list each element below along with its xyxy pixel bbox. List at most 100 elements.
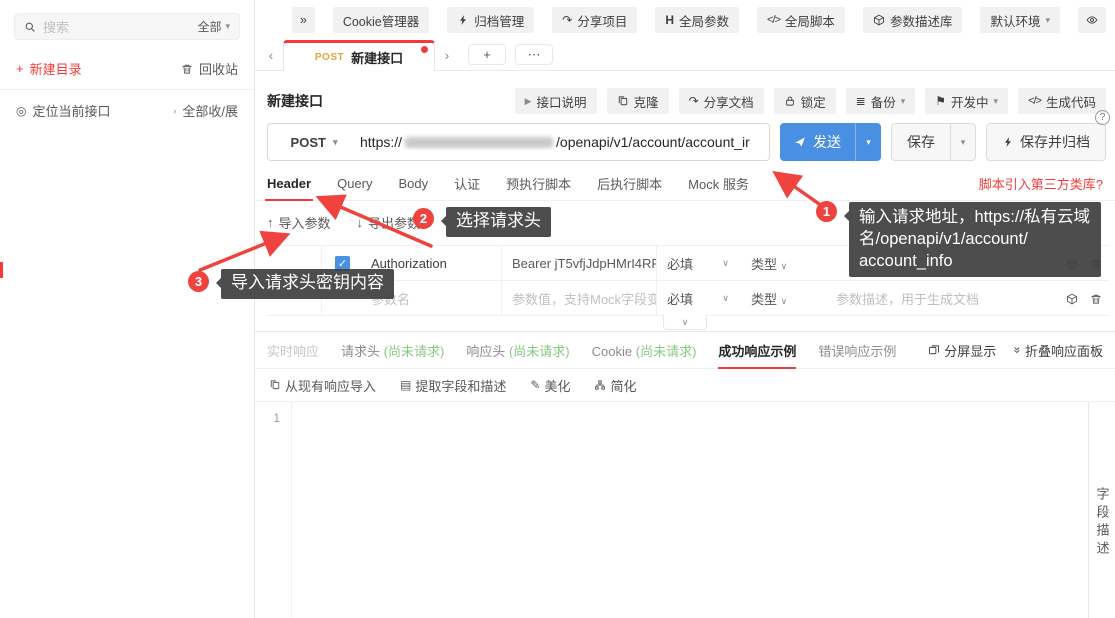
recycle-bin-button[interactable]: 回收站 [181, 59, 238, 78]
codegen-label: 生成代码 [1046, 92, 1096, 111]
export-params-button[interactable]: ↓ 导出参数 [357, 213, 421, 232]
sitemap-icon [594, 379, 606, 391]
help-icon[interactable]: ? [1095, 110, 1110, 125]
app-window: 搜索 全部 ▾ + 新建目录 回收站 ◎ 定位当前接口 › 全 [0, 0, 1115, 618]
new-folder-button[interactable]: + 新建目录 [16, 59, 82, 78]
ellipsis-icon: ⋯ [528, 47, 541, 63]
url-input[interactable]: https:// /openapi/v1/account/account_ir [360, 134, 769, 150]
search-scope-value: 全部 [197, 18, 221, 35]
chevron-down-icon: ▾ [961, 137, 966, 148]
url-suffix: /openapi/v1/account/account_ir [556, 134, 750, 150]
pending-badge: (尚未请求) [636, 344, 697, 359]
send-options-button[interactable]: ▾ [855, 123, 881, 161]
collapse-request-panel-button[interactable]: ∨ [663, 315, 707, 330]
archive-manager-button[interactable]: 归档管理 [447, 7, 534, 33]
save-split-button: 保存 ▾ [891, 123, 976, 161]
tab-success-example[interactable]: 成功响应示例 [718, 341, 796, 360]
tab-cookie[interactable]: Cookie (尚未请求) [592, 341, 697, 360]
tab-header[interactable]: Header [267, 176, 311, 191]
tab-pre-script[interactable]: 预执行脚本 [506, 174, 571, 193]
locate-icon: ◎ [16, 105, 26, 117]
collapse-toolbar-button[interactable]: » [292, 7, 315, 33]
pending-badge: (尚未请求) [384, 344, 445, 359]
locate-current-button[interactable]: ◎ 定位当前接口 [16, 101, 111, 120]
collapse-response-panel-button[interactable]: » 折叠响应面板 [1014, 341, 1103, 360]
third-party-lib-link[interactable]: 脚本引入第三方类库? [979, 174, 1103, 193]
param-value-input[interactable]: 参数值，支持Mock字段变量 [501, 281, 656, 316]
tabs-scroll-left-button[interactable]: ‹ [259, 40, 283, 70]
type-select[interactable]: 类型 ∨ [741, 254, 826, 273]
response-toolbar: 从现有响应导入 ▤ 提取字段和描述 ✎ 美化 简化 [255, 368, 1115, 402]
method-dropdown[interactable]: POST ▾ [268, 135, 360, 150]
tab-body[interactable]: Body [398, 176, 428, 191]
param-desc-input[interactable]: 参数描述，用于生成文档 [826, 289, 1048, 308]
tab-request-headers[interactable]: 请求头 (尚未请求) [341, 341, 444, 360]
tab-realtime-response[interactable]: 实时响应 [267, 341, 319, 360]
split-view-button[interactable]: 分屏显示 [928, 341, 996, 360]
environment-dropdown[interactable]: 默认环境 ▾ [980, 7, 1060, 33]
lock-button[interactable]: 锁定 [774, 88, 836, 114]
backup-dropdown[interactable]: ≣ 备份 ▾ [846, 88, 916, 114]
required-select[interactable]: 必填 ∨ [656, 246, 741, 281]
param-value-input[interactable]: Bearer jT5vfjJdpHMrI4RPBA [501, 246, 656, 281]
editor-content[interactable] [292, 402, 1088, 618]
code-icon: </> [1028, 95, 1041, 107]
search-scope-dropdown[interactable]: 全部 ▾ [197, 18, 230, 35]
import-from-response-button[interactable]: 从现有响应导入 [269, 376, 376, 395]
response-tools: 分屏显示 » 折叠响应面板 [928, 341, 1103, 360]
tab-error-example[interactable]: 错误响应示例 [818, 341, 896, 360]
pen-icon: ✎ [530, 379, 540, 391]
extract-fields-button[interactable]: ▤ 提取字段和描述 [400, 376, 506, 395]
trash-icon [181, 63, 193, 75]
save-button[interactable]: 保存 [892, 124, 950, 160]
global-scripts-label: 全局脚本 [785, 11, 835, 30]
tabs-scroll-right-button[interactable]: › [435, 40, 459, 70]
share-project-button[interactable]: ↷ 分享项目 [552, 7, 637, 33]
add-tab-button[interactable]: + [468, 44, 506, 65]
import-params-button[interactable]: ↑ 导入参数 [267, 213, 331, 232]
search-input[interactable]: 搜索 全部 ▾ [14, 13, 240, 40]
chevron-down-icon: ▾ [225, 21, 230, 32]
beautify-button[interactable]: ✎ 美化 [530, 376, 570, 395]
type-select[interactable]: 类型 ∨ [741, 289, 826, 308]
global-params-button[interactable]: H 全局参数 [655, 7, 739, 33]
tab-new-endpoint[interactable]: POST 新建接口 [283, 40, 435, 71]
tab-mock[interactable]: Mock 服务 [688, 174, 749, 193]
panel-divider: ∨ [255, 316, 1115, 332]
send-button[interactable]: 发送 [780, 123, 855, 161]
step-1-badge: 1 [816, 201, 837, 222]
simplify-button[interactable]: 简化 [594, 376, 636, 395]
share-project-label: 分享项目 [577, 11, 627, 30]
global-scripts-button[interactable]: </> 全局脚本 [757, 7, 845, 33]
import-from-response-label: 从现有响应导入 [285, 376, 376, 395]
line-number: 1 [273, 411, 280, 425]
trash-icon[interactable] [1090, 293, 1102, 305]
tab-response-headers[interactable]: 响应头 (尚未请求) [466, 341, 569, 360]
cube-icon[interactable] [1066, 293, 1078, 305]
split-view-icon [928, 344, 940, 356]
tab-query[interactable]: Query [337, 176, 372, 191]
clone-button[interactable]: 克隆 [607, 88, 669, 114]
lightning-icon [1002, 136, 1014, 148]
toggle-all-button[interactable]: › 全部收/展 [173, 101, 238, 120]
cookie-manager-button[interactable]: Cookie管理器 [333, 7, 429, 33]
field-description-rail[interactable]: 字段描述 [1088, 402, 1115, 618]
save-options-button[interactable]: ▾ [950, 124, 975, 160]
beautify-label: 美化 [544, 376, 570, 395]
plus-icon: + [16, 61, 24, 76]
tab-auth[interactable]: 认证 [454, 174, 480, 193]
env-visibility-button[interactable] [1078, 7, 1106, 33]
status-dropdown[interactable]: ⚑ 开发中 ▾ [925, 88, 1008, 114]
endpoint-header: 新建接口 ▶ 接口说明 克隆 ↷ 分享文档 锁定 ≣ 备份 ▾ [255, 71, 1115, 115]
cookie-manager-label: Cookie管理器 [343, 11, 419, 30]
endpoint-doc-button[interactable]: ▶ 接口说明 [515, 88, 597, 114]
save-archive-button[interactable]: 保存并归档 [986, 123, 1106, 161]
row-actions [1048, 293, 1110, 305]
tab-post-script[interactable]: 后执行脚本 [597, 174, 662, 193]
param-desc-lib-button[interactable]: 参数描述库 [863, 7, 963, 33]
split-view-label: 分屏显示 [944, 341, 996, 360]
tab-more-button[interactable]: ⋯ [515, 44, 553, 65]
codegen-button[interactable]: </> 生成代码 [1018, 88, 1106, 114]
share-doc-button[interactable]: ↷ 分享文档 [679, 88, 764, 114]
required-select[interactable]: 必填 ∨ [656, 281, 741, 316]
